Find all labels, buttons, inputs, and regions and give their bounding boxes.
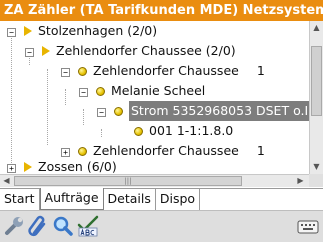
collapse-toggle[interactable]: −: [25, 48, 34, 57]
tree-node-label: Stolzenhagen (2/0): [38, 23, 158, 38]
scroll-corner: [309, 174, 323, 187]
expand-toggle[interactable]: +: [7, 164, 16, 173]
meter-dot-icon: [114, 106, 123, 116]
tree-line: [65, 89, 66, 105]
tab-dispo[interactable]: Dispo: [156, 189, 201, 210]
tree-node-label: Melanie Scheel: [111, 83, 206, 98]
tree-node-count: 1: [256, 63, 265, 78]
collapse-toggle[interactable]: −: [61, 68, 70, 77]
expand-toggle[interactable]: +: [61, 148, 70, 157]
magnifier-icon[interactable]: [52, 215, 74, 237]
tab-bar: Start Aufträge Details Dispo: [0, 188, 323, 210]
scroll-up-icon[interactable]: ▲: [310, 21, 323, 35]
register-dot-icon: [134, 126, 143, 136]
window-title: ZA Zähler (TA Tarifkunden MDE) Netzsyste…: [0, 0, 323, 21]
tree-node-label: Zossen (6/0): [38, 159, 117, 174]
tree-line: [101, 129, 102, 137]
collapse-toggle[interactable]: −: [79, 88, 88, 97]
folder-triangle-icon: [24, 26, 32, 36]
folder-triangle-icon: [42, 46, 50, 56]
tab-start[interactable]: Start: [0, 189, 40, 210]
tree-node-register[interactable]: 001 1-1:1.8.0: [134, 121, 233, 141]
tree-line: [47, 69, 48, 145]
tree-line: [11, 29, 12, 169]
tree-view[interactable]: − Stolzenhagen (2/0) − Zehlendorfer Chau…: [0, 21, 309, 174]
tree-node-label: Zehlendorfer Chaussee (2/0): [56, 43, 236, 58]
folder-triangle-icon: [24, 162, 32, 172]
tree-node-zossen[interactable]: Zossen (6/0): [24, 157, 117, 174]
tree-line: [83, 109, 84, 125]
vertical-scrollbar[interactable]: ▲ ▼: [309, 21, 323, 187]
keyboard-icon[interactable]: [297, 217, 319, 235]
bottom-toolbar: [0, 210, 323, 242]
address-dot-icon: [78, 146, 87, 156]
tree-node-meter[interactable]: Strom 5352968053 DSET o.I: [114, 101, 309, 121]
horizontal-scroll-thumb[interactable]: |||: [14, 176, 242, 186]
tab-auftraege[interactable]: Aufträge: [39, 188, 104, 210]
scroll-down-icon[interactable]: ▼: [310, 160, 323, 174]
spellcheck-abc-icon[interactable]: [77, 215, 99, 237]
address-dot-icon: [78, 66, 87, 76]
collapse-toggle[interactable]: −: [97, 108, 106, 117]
tab-details[interactable]: Details: [104, 189, 156, 210]
tree-node-label: Zehlendorfer Chaussee: [93, 63, 239, 78]
tree-node-address[interactable]: Zehlendorfer Chaussee 1: [78, 61, 265, 81]
tree-node-zehlendorfer-group[interactable]: Zehlendorfer Chaussee (2/0): [42, 41, 236, 61]
customer-dot-icon: [96, 86, 105, 96]
tree-node-label-selected: Strom 5352968053 DSET o.I: [129, 101, 309, 121]
scroll-right-icon[interactable]: ▶: [294, 175, 307, 187]
tree-node-customer[interactable]: Melanie Scheel: [96, 81, 205, 101]
wrench-icon[interactable]: [3, 215, 25, 237]
tree-node-count: 1: [256, 143, 265, 158]
collapse-toggle[interactable]: −: [7, 28, 16, 37]
scroll-left-icon[interactable]: ◀: [0, 175, 13, 187]
paperclip-icon[interactable]: [27, 215, 49, 237]
tree-node-stolzenhagen[interactable]: Stolzenhagen (2/0): [24, 21, 157, 41]
tree-node-label: 001 1-1:1.8.0: [149, 123, 234, 138]
vertical-scroll-thumb[interactable]: [311, 46, 322, 116]
horizontal-scrollbar[interactable]: ◀ ||| ▶: [0, 174, 309, 187]
